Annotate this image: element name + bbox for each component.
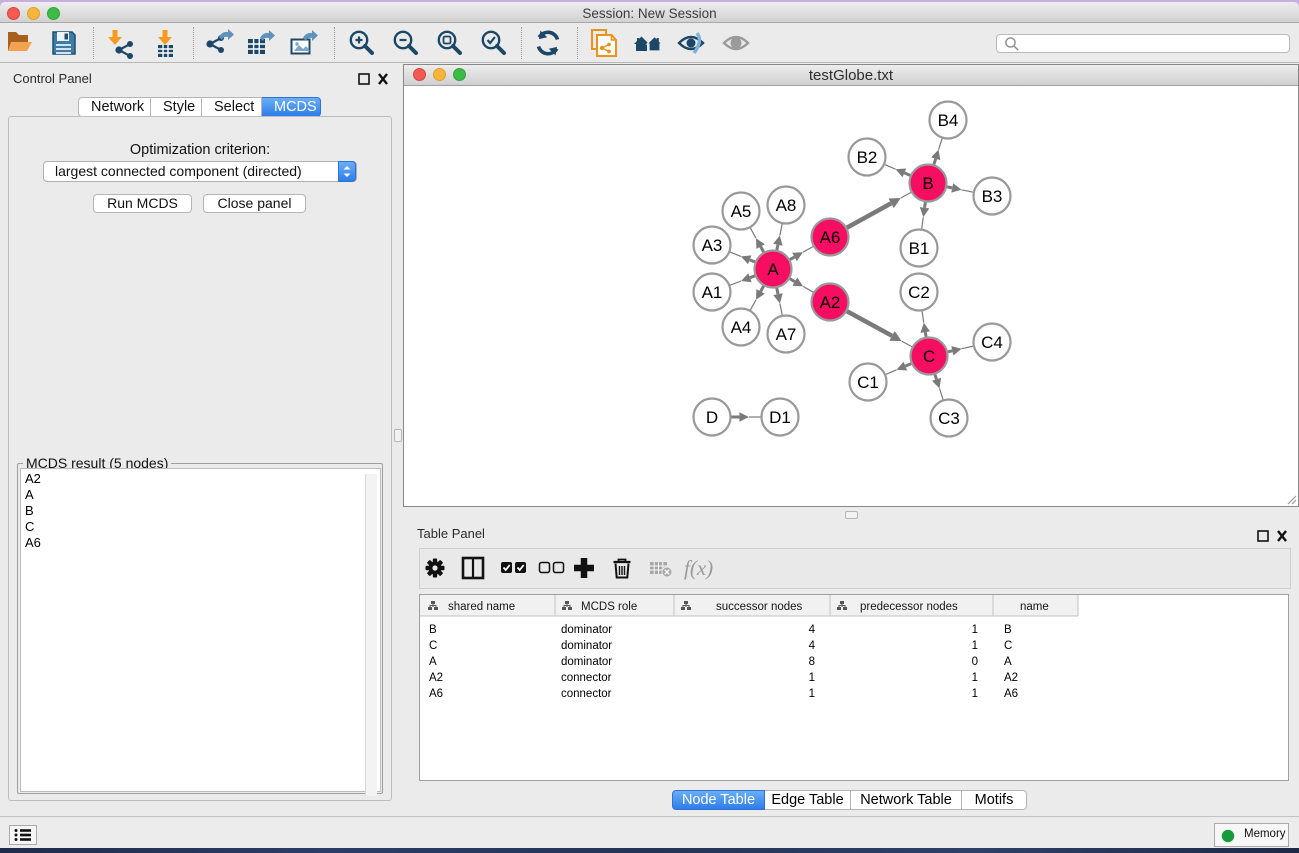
svg-text:C1: C1 [857, 373, 879, 392]
svg-text:1: 1 [972, 672, 978, 684]
svg-text:B3: B3 [982, 187, 1003, 206]
svg-text:A: A [429, 656, 437, 668]
svg-text:B4: B4 [938, 111, 959, 130]
svg-text:dominator: dominator [561, 640, 612, 652]
svg-text:A1: A1 [702, 283, 723, 302]
svg-text:1: 1 [809, 688, 815, 700]
svg-text:shared name: shared name [448, 601, 515, 613]
svg-text:C: C [1004, 640, 1012, 652]
svg-text:C: C [923, 347, 935, 366]
svg-text:0: 0 [972, 656, 978, 668]
svg-text:C4: C4 [981, 333, 1003, 352]
svg-text:f(x): f(x) [684, 556, 713, 580]
svg-text:1: 1 [809, 672, 815, 684]
svg-text:A: A [1004, 656, 1012, 668]
svg-text:C: C [429, 640, 437, 652]
svg-text:C2: C2 [908, 283, 930, 302]
svg-text:successor nodes: successor nodes [716, 601, 803, 613]
svg-text:4: 4 [809, 640, 816, 652]
svg-text:A: A [767, 260, 779, 279]
svg-text:A7: A7 [776, 325, 797, 344]
svg-text:dominator: dominator [561, 656, 612, 668]
svg-text:predecessor nodes: predecessor nodes [860, 601, 958, 613]
svg-text:A6: A6 [1004, 688, 1018, 700]
svg-text:A8: A8 [776, 196, 797, 215]
svg-text:C3: C3 [938, 409, 960, 428]
svg-text:B1: B1 [909, 239, 930, 258]
svg-text:MCDS role: MCDS role [581, 601, 637, 613]
svg-text:A2: A2 [820, 293, 841, 312]
svg-text:connector: connector [561, 672, 612, 684]
svg-text:B: B [1004, 624, 1012, 636]
svg-text:1: 1 [972, 640, 978, 652]
svg-text:A3: A3 [702, 236, 723, 255]
svg-text:A4: A4 [731, 318, 752, 337]
svg-text:D1: D1 [769, 408, 791, 427]
svg-text:B2: B2 [857, 148, 878, 167]
svg-text:name: name [1020, 601, 1049, 613]
svg-text:4: 4 [809, 624, 816, 636]
svg-text:B: B [922, 174, 933, 193]
svg-text:D: D [706, 408, 718, 427]
svg-text:1: 1 [972, 624, 978, 636]
svg-text:1: 1 [972, 688, 978, 700]
svg-text:B: B [429, 624, 437, 636]
svg-text:A6: A6 [429, 688, 443, 700]
svg-text:A2: A2 [429, 672, 443, 684]
svg-text:A6: A6 [820, 228, 841, 247]
svg-text:8: 8 [809, 656, 815, 668]
svg-text:connector: connector [561, 688, 612, 700]
svg-text:A5: A5 [731, 202, 752, 221]
svg-text:A2: A2 [1004, 672, 1018, 684]
svg-text:dominator: dominator [561, 624, 612, 636]
